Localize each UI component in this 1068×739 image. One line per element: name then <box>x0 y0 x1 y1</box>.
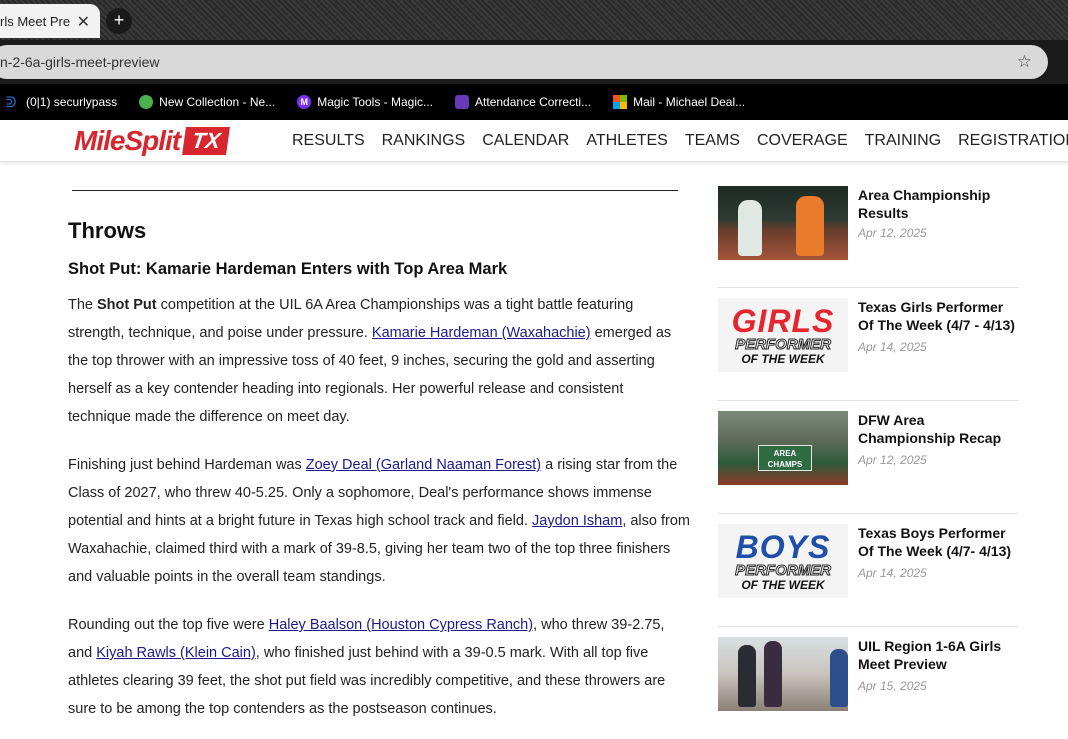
card-title: Texas Boys Performer Of The Week (4/7- 4… <box>858 525 1012 559</box>
text: Finishing just behind Hardeman was <box>68 457 306 473</box>
graphic-big-text: GIRLS <box>731 302 835 339</box>
bookmarks-bar: ᕲ (0|1) securlypass New Collection - Ne.… <box>0 84 1068 120</box>
card-date: Apr 14, 2025 <box>858 566 927 580</box>
browser-tab-strip: rls Meet Pre ✕ + <box>0 0 1068 40</box>
girls-performer-graphic: GIRLS PERFORMER OF THE WEEK <box>718 298 848 372</box>
bookmark-label: (0|1) securlypass <box>26 95 118 109</box>
bookmark-securlypass[interactable]: ᕲ (0|1) securlypass <box>6 95 117 109</box>
browser-toolbar: n-2-6a-girls-meet-preview ☆ <box>0 40 1068 84</box>
article-paragraph: The Shot Put competition at the UIL 6A A… <box>68 291 690 431</box>
magic-icon: M <box>297 95 312 109</box>
sidebar-card-girls-potw[interactable]: GIRLS PERFORMER OF THE WEEK Texas Girls … <box>718 288 1018 401</box>
boys-performer-graphic: BOYS PERFORMER OF THE WEEK <box>718 524 848 598</box>
card-date: Apr 14, 2025 <box>858 340 927 354</box>
browser-tab[interactable]: rls Meet Pre ✕ <box>0 4 100 38</box>
bookmark-attendance[interactable]: Attendance Correcti... <box>455 95 591 109</box>
tab-title: rls Meet Pre <box>0 13 70 29</box>
site-header: MileSplit TX RESULTS RANKINGS CALENDAR A… <box>0 120 1068 162</box>
card-date: Apr 15, 2025 <box>858 679 927 693</box>
collection-icon <box>139 95 154 109</box>
nav-registration[interactable]: REGISTRATION <box>958 132 1068 150</box>
main-nav: RESULTS RANKINGS CALENDAR ATHLETES TEAMS… <box>292 120 1068 162</box>
athlete-link-baalson[interactable]: Haley Baalson (Houston Cypress Ranch) <box>269 617 533 633</box>
athlete-link-hardeman[interactable]: Kamarie Hardeman (Waxahachie) <box>372 325 591 341</box>
nav-training[interactable]: TRAINING <box>865 132 941 150</box>
graphic-mid-text: PERFORMER <box>735 335 832 353</box>
nav-rankings[interactable]: RANKINGS <box>382 132 466 150</box>
forms-icon <box>455 95 470 109</box>
logo-text: MileSplit <box>74 125 181 156</box>
graphic-big-text: BOYS <box>735 528 831 565</box>
text: Rounding out the top five were <box>68 617 269 633</box>
athlete-link-rawls[interactable]: Kiyah Rawls (Klein Cain) <box>96 645 256 661</box>
graphic-small-text: OF THE WEEK <box>741 577 825 592</box>
bold-text: Shot Put <box>97 297 157 313</box>
card-title: DFW Area Championship Recap <box>858 412 1002 446</box>
securly-icon: ᕲ <box>6 94 17 110</box>
bookmark-label: Mail - Michael Deal... <box>633 95 746 109</box>
url-text: n-2-6a-girls-meet-preview <box>0 54 160 70</box>
sub-heading: Shot Put: Kamarie Hardeman Enters with T… <box>68 260 508 278</box>
section-divider <box>72 190 678 191</box>
article-paragraph: Rounding out the top five were Haley Baa… <box>68 611 690 723</box>
graphic-mid-text: PERFORMER <box>735 561 832 579</box>
nav-athletes[interactable]: ATHLETES <box>586 132 668 150</box>
new-tab-button[interactable]: + <box>106 8 132 34</box>
bookmark-label: Attendance Correcti... <box>475 95 592 109</box>
logo-badge: TX <box>182 127 231 155</box>
athlete-link-deal[interactable]: Zoey Deal (Garland Naaman Forest) <box>306 457 541 473</box>
bookmark-star-icon[interactable]: ☆ <box>1017 45 1032 79</box>
sidebar-card-region-preview[interactable]: UIL Region 1-6A Girls Meet Preview Apr 1… <box>718 627 1018 727</box>
sidebar-card-boys-potw[interactable]: BOYS PERFORMER OF THE WEEK Texas Boys Pe… <box>718 514 1018 627</box>
card-title: Area Championship Results <box>858 187 991 221</box>
bookmark-label: New Collection - Ne... <box>159 95 276 109</box>
nav-results[interactable]: RESULTS <box>292 132 365 150</box>
bookmark-magic-tools[interactable]: M Magic Tools - Magic... <box>297 95 433 109</box>
card-date: Apr 12, 2025 <box>858 453 927 467</box>
nav-calendar[interactable]: CALENDAR <box>482 132 569 150</box>
runners-photo <box>718 186 848 260</box>
team-photo: AREA CHAMPS <box>718 411 848 485</box>
bookmark-new-collection[interactable]: New Collection - Ne... <box>139 95 275 109</box>
card-title: UIL Region 1-6A Girls Meet Preview <box>858 638 1002 672</box>
microsoft-icon <box>613 95 628 109</box>
sidebar-card-area-results[interactable]: Area Championship Results Apr 12, 2025 <box>718 172 1018 288</box>
nav-coverage[interactable]: COVERAGE <box>757 132 848 150</box>
section-heading: Throws <box>68 218 147 243</box>
girls-runners-photo <box>718 637 848 711</box>
address-bar[interactable]: n-2-6a-girls-meet-preview ☆ <box>0 45 1048 79</box>
graphic-small-text: OF THE WEEK <box>741 351 825 366</box>
text: The <box>68 297 98 313</box>
athlete-link-isham[interactable]: Jaydon Isham <box>532 513 622 529</box>
bookmark-mail[interactable]: Mail - Michael Deal... <box>613 95 745 109</box>
milesplit-logo[interactable]: MileSplit TX <box>74 124 231 158</box>
nav-teams[interactable]: TEAMS <box>685 132 740 150</box>
article-paragraph: Finishing just behind Hardeman was Zoey … <box>68 451 690 591</box>
sidebar-card-dfw-recap[interactable]: AREA CHAMPS DFW Area Championship Recap … <box>718 401 1018 514</box>
card-title: Texas Girls Performer Of The Week (4/7 -… <box>858 299 1015 333</box>
bookmark-label: Magic Tools - Magic... <box>317 95 434 109</box>
card-date: Apr 12, 2025 <box>858 226 927 240</box>
area-champs-banner: AREA CHAMPS <box>758 445 812 471</box>
close-tab-icon[interactable]: ✕ <box>77 12 90 32</box>
